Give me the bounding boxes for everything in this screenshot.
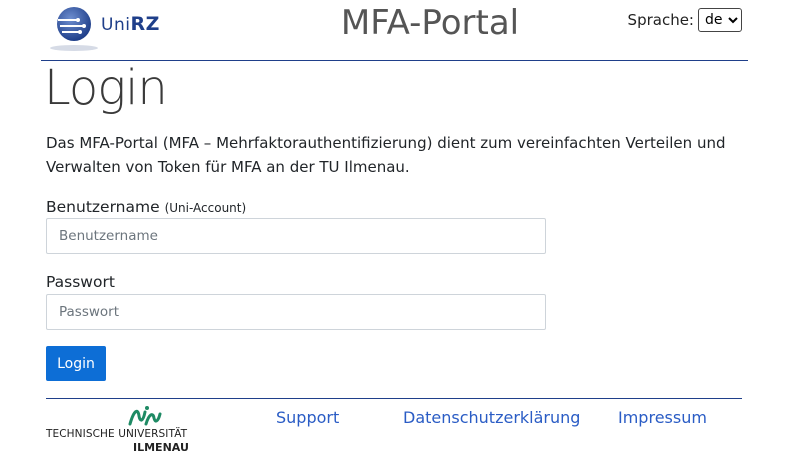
- login-button[interactable]: Login: [46, 346, 106, 381]
- username-label-text: Benutzername: [46, 198, 160, 216]
- page-title: Login: [44, 60, 168, 116]
- imprint-link[interactable]: Impressum: [618, 408, 707, 427]
- tu-ilmenau-logo-icon: [128, 406, 162, 426]
- username-label: Benutzername (Uni-Account): [46, 198, 246, 216]
- username-input[interactable]: [46, 218, 546, 254]
- language-switcher: Sprache: de: [628, 8, 742, 32]
- tu-ilmenau-logo[interactable]: TECHNISCHE UNIVERSITÄT ILMENAU: [46, 404, 196, 456]
- password-input[interactable]: [46, 294, 546, 330]
- privacy-link[interactable]: Datenschutzerklärung: [403, 408, 580, 427]
- header: UniRZ MFA-Portal Sprache: de: [0, 0, 788, 62]
- university-name-line1: TECHNISCHE UNIVERSITÄT: [46, 428, 188, 440]
- username-hint: (Uni-Account): [164, 201, 247, 215]
- intro-text: Das MFA-Portal (MFA – Mehrfaktorauthenti…: [46, 134, 726, 176]
- language-label: Sprache:: [627, 11, 694, 29]
- language-select[interactable]: de: [698, 8, 742, 32]
- footer-divider: [46, 398, 742, 399]
- support-link[interactable]: Support: [276, 408, 339, 427]
- university-name-line2: ILMENAU: [133, 441, 189, 454]
- password-label: Passwort: [46, 273, 115, 291]
